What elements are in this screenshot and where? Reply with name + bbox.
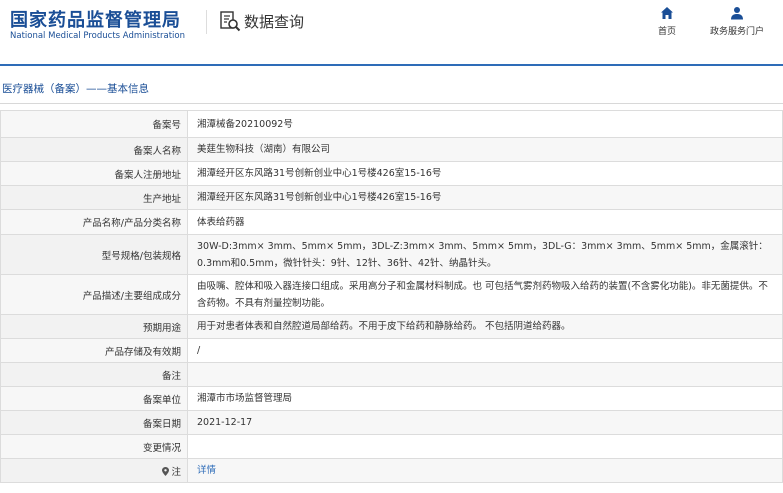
table-row: 备案人注册地址 湘潭经开区东风路31号创新创业中心1号楼426室15-16号 bbox=[0, 161, 783, 186]
row-value: 湘潭经开区东风路31号创新创业中心1号楼426室15-16号 bbox=[187, 161, 783, 186]
data-query-title: 数据查询 bbox=[244, 12, 305, 31]
row-value: 30W-D:3mm× 3mm、5mm× 5mm，3DL-Z:3mm× 3mm、5… bbox=[187, 234, 783, 275]
row-label: 备案号 bbox=[0, 110, 188, 138]
row-label: 备注 bbox=[0, 362, 188, 387]
site-logo-title[interactable]: 国家药品监督管理局 bbox=[10, 6, 181, 32]
row-label: 型号规格/包装规格 bbox=[0, 234, 188, 275]
table-row: 注 详情 bbox=[0, 458, 783, 483]
row-label: 备案人名称 bbox=[0, 137, 188, 162]
map-pin-icon bbox=[162, 466, 170, 476]
row-value: / bbox=[187, 338, 783, 363]
row-value bbox=[187, 362, 783, 387]
row-value: 湘潭械备20210092号 bbox=[187, 110, 783, 138]
row-value: 由吸嘴、腔体和吸入器连接口组成。采用高分子和金属材料制成。也 可包括气雾剂药物吸… bbox=[187, 274, 783, 315]
row-label: 变更情况 bbox=[0, 434, 188, 459]
row-value: 美莛生物科技（湖南）有限公司 bbox=[187, 137, 783, 162]
breadcrumb: 医疗器械（备案）——基本信息 bbox=[2, 83, 149, 95]
row-value: 体表给药器 bbox=[187, 209, 783, 235]
header-accent-line bbox=[0, 64, 783, 66]
header-divider bbox=[206, 10, 207, 34]
site-logo-subtitle: National Medical Products Administration bbox=[10, 31, 185, 41]
home-icon bbox=[661, 7, 673, 19]
row-label: 产品存储及有效期 bbox=[0, 338, 188, 363]
nav-service-portal-label: 政务服务门户 bbox=[709, 27, 764, 37]
row-label: 备案单位 bbox=[0, 386, 188, 411]
table-row: 备注 bbox=[0, 362, 783, 387]
table-row: 产品存储及有效期 / bbox=[0, 338, 783, 363]
table-row: 型号规格/包装规格 30W-D:3mm× 3mm、5mm× 5mm，3DL-Z:… bbox=[0, 234, 783, 275]
nav-home-label: 首页 bbox=[657, 27, 676, 37]
row-label: 备案日期 bbox=[0, 410, 188, 435]
table-row: 预期用途 用于对患者体表和自然腔道局部给药。不用于皮下给药和静脉给药。 不包括阴… bbox=[0, 314, 783, 339]
row-label-note: 注 bbox=[0, 458, 188, 483]
row-value: 详情 bbox=[187, 458, 783, 483]
row-value: 2021-12-17 bbox=[187, 410, 783, 435]
breadcrumb-divider bbox=[0, 103, 783, 104]
table-row: 产品名称/产品分类名称 体表给药器 bbox=[0, 209, 783, 235]
row-value: 湘潭市市场监督管理局 bbox=[187, 386, 783, 411]
row-label: 产品名称/产品分类名称 bbox=[0, 209, 188, 235]
table-row: 备案人名称 美莛生物科技（湖南）有限公司 bbox=[0, 137, 783, 162]
row-label: 生产地址 bbox=[0, 185, 188, 210]
detail-link[interactable]: 详情 bbox=[197, 465, 216, 476]
row-value bbox=[187, 434, 783, 459]
search-document-icon bbox=[220, 11, 241, 32]
table-row: 产品描述/主要组成成分 由吸嘴、腔体和吸入器连接口组成。采用高分子和金属材料制成… bbox=[0, 274, 783, 315]
user-icon bbox=[731, 7, 743, 20]
table-row: 备案号 湘潭械备20210092号 bbox=[0, 110, 783, 138]
table-row: 变更情况 bbox=[0, 434, 783, 459]
row-label: 备案人注册地址 bbox=[0, 161, 188, 186]
nav-home[interactable]: 首页 bbox=[650, 6, 684, 37]
table-row: 备案日期 2021-12-17 bbox=[0, 410, 783, 435]
record-detail-table: 备案号 湘潭械备20210092号 备案人名称 美莛生物科技（湖南）有限公司 备… bbox=[0, 110, 783, 483]
row-label: 产品描述/主要组成成分 bbox=[0, 274, 188, 315]
table-row: 生产地址 湘潭经开区东风路31号创新创业中心1号楼426室15-16号 bbox=[0, 185, 783, 210]
row-label: 预期用途 bbox=[0, 314, 188, 339]
nav-service-portal[interactable]: 政务服务门户 bbox=[702, 6, 772, 37]
row-value: 湘潭经开区东风路31号创新创业中心1号楼426室15-16号 bbox=[187, 185, 783, 210]
data-query-section: 数据查询 bbox=[219, 9, 304, 33]
note-label: 注 bbox=[171, 466, 181, 478]
table-row: 备案单位 湘潭市市场监督管理局 bbox=[0, 386, 783, 411]
row-value: 用于对患者体表和自然腔道局部给药。不用于皮下给药和静脉给药。 不包括阴道给药器。 bbox=[187, 314, 783, 339]
site-header: 国家药品监督管理局 National Medical Products Admi… bbox=[0, 0, 783, 64]
